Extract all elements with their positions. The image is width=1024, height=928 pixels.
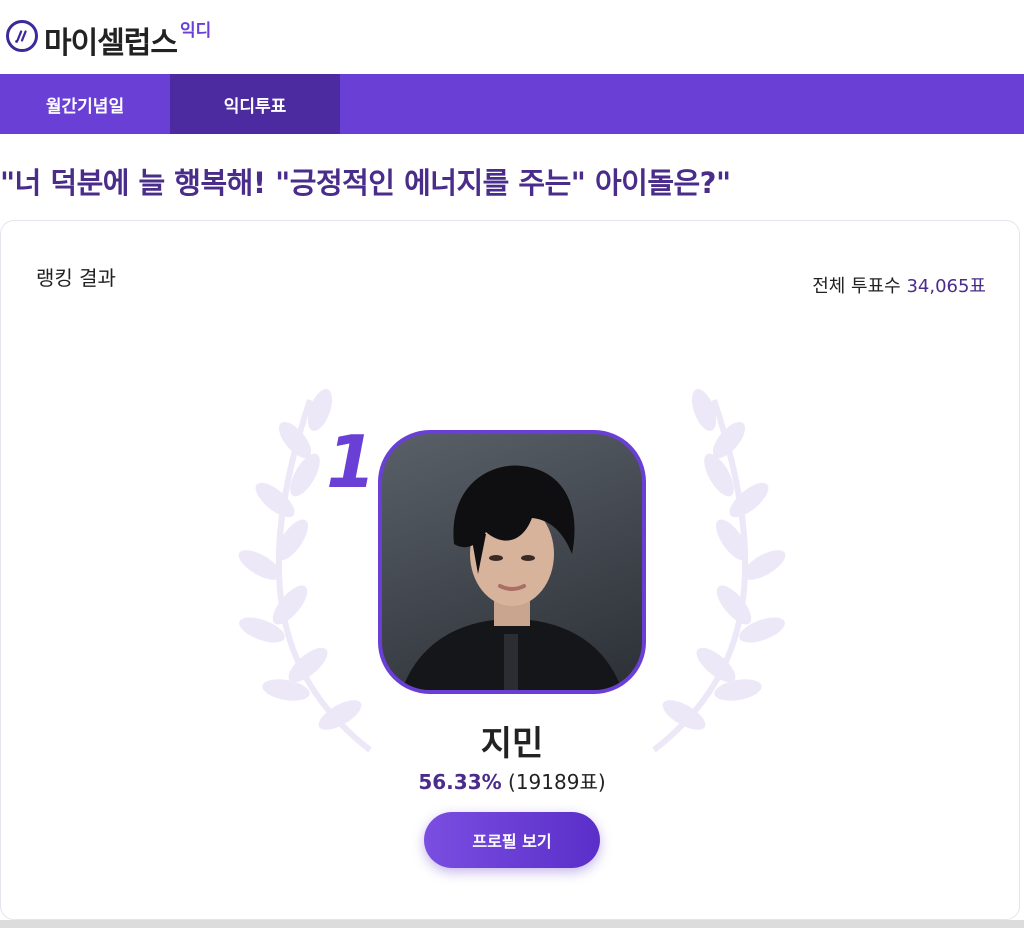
total-votes: 전체 투표수 34,065표 [812,272,986,298]
ranking-result-label: 랭킹 결과 [36,266,116,290]
winner-name: 지민 [480,724,544,764]
logo-subtitle: 익디 [180,21,212,41]
total-votes-label: 전체 투표수 [812,276,901,297]
winner-stats: 56.33% (19189표) [0,766,1024,795]
nav-bar: 월간기념일 익디투표 [0,74,1024,134]
winner-percent: 56.33% [418,770,502,794]
total-votes-value: 34,065표 [906,276,986,297]
winner-avatar[interactable] [378,430,646,694]
tab-vote[interactable]: 익디투표 [170,74,340,134]
logo-icon[interactable] [6,20,38,52]
logo-text[interactable]: 마이셀럽스 [44,18,178,62]
tab-monthly-anniversary[interactable]: 월간기념일 [0,74,170,134]
vote-question-title: "너 덕분에 늘 행복해! "긍정적인 에너지를 주는" 아이돌은?" [0,166,731,200]
app-header: 마이셀럽스 익디 [0,0,1024,74]
winner-votes: (19189표) [508,770,606,794]
winner-photo [382,434,642,690]
bottom-divider [0,920,1024,928]
rank-number: 1 [326,420,377,504]
view-profile-button[interactable]: 프로필 보기 [424,812,600,868]
